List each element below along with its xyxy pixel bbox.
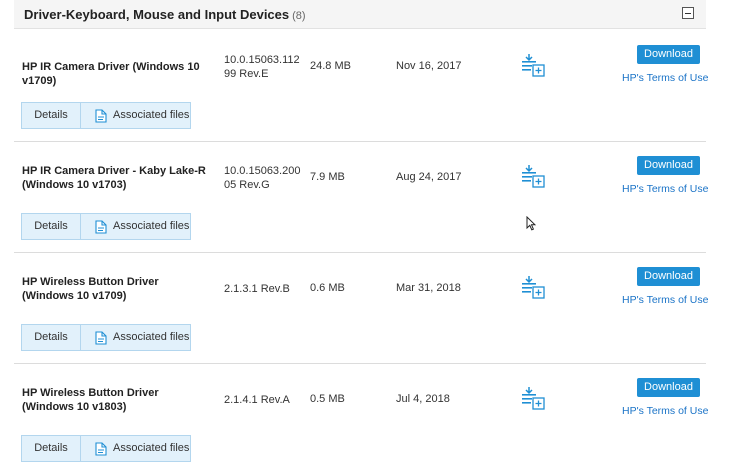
section-count: (8) [292,10,306,22]
driver-size: 0.5 MB [310,393,345,405]
terms-link[interactable]: HP's Terms of Use [622,405,708,417]
file-icon [95,330,107,345]
terms-link[interactable]: HP's Terms of Use [622,72,708,84]
add-to-list-icon[interactable] [521,275,545,299]
tab-details[interactable]: Details [22,214,81,239]
driver-version: 10.0.15063.20005 Rev.G [224,165,301,191]
driver-name: HP Wireless Button Driver (Windows 10 v1… [22,276,159,302]
file-icon [95,441,107,456]
driver-size: 0.6 MB [310,282,345,294]
driver-version: 2.1.4.1 Rev.A [224,394,290,406]
driver-name: HP IR Camera Driver (Windows 10 v1709) [22,61,200,87]
driver-row: HP Wireless Button Driver (Windows 10 v1… [14,252,708,364]
driver-date: Nov 16, 2017 [396,60,462,72]
file-icon [95,219,107,234]
tab-associated-files-label: Associated files [113,442,190,454]
driver-name: HP Wireless Button Driver (Windows 10 v1… [22,387,159,413]
tab-associated-files-label: Associated files [113,109,190,121]
add-to-list-icon[interactable] [521,164,545,188]
tab-associated-files[interactable]: Associated files [81,214,190,239]
tab-associated-files-label: Associated files [113,220,190,232]
driver-version: 2.1.3.1 Rev.B [224,283,290,295]
driver-row: HP Wireless Button Driver (Windows 10 v1… [14,363,708,474]
driver-size: 24.8 MB [310,60,351,72]
download-button[interactable]: Download [637,45,700,64]
tab-details[interactable]: Details [22,325,81,350]
driver-name: HP IR Camera Driver - Kaby Lake-R (Windo… [22,165,206,191]
add-to-list-icon[interactable] [521,53,545,77]
driver-version: 10.0.15063.11299 Rev.E [224,54,300,80]
section-title: Driver-Keyboard, Mouse and Input Devices… [24,7,306,22]
file-icon [95,108,107,123]
tab-group: Details Associated files [21,102,191,129]
driver-row: HP IR Camera Driver (Windows 10 v1709) 1… [14,30,708,142]
driver-date: Jul 4, 2018 [396,393,450,405]
section-title-text: Driver-Keyboard, Mouse and Input Devices [24,7,290,22]
tab-group: Details Associated files [21,213,191,240]
driver-date: Mar 31, 2018 [396,282,461,294]
tab-associated-files[interactable]: Associated files [81,325,190,350]
tab-associated-files[interactable]: Associated files [81,103,190,128]
download-button[interactable]: Download [637,378,700,397]
mouse-cursor-icon [526,216,536,231]
tab-details[interactable]: Details [22,103,81,128]
download-button[interactable]: Download [637,156,700,175]
collapse-icon[interactable] [682,7,694,19]
download-button[interactable]: Download [637,267,700,286]
driver-row: HP IR Camera Driver - Kaby Lake-R (Windo… [14,141,708,253]
terms-link[interactable]: HP's Terms of Use [622,294,708,306]
driver-date: Aug 24, 2017 [396,171,462,183]
tab-details[interactable]: Details [22,436,81,461]
terms-link[interactable]: HP's Terms of Use [622,183,708,195]
tab-group: Details Associated files [21,435,191,462]
tab-associated-files[interactable]: Associated files [81,436,190,461]
driver-size: 7.9 MB [310,171,345,183]
section-header: Driver-Keyboard, Mouse and Input Devices… [14,0,706,29]
tab-group: Details Associated files [21,324,191,351]
add-to-list-icon[interactable] [521,386,545,410]
tab-associated-files-label: Associated files [113,331,190,343]
